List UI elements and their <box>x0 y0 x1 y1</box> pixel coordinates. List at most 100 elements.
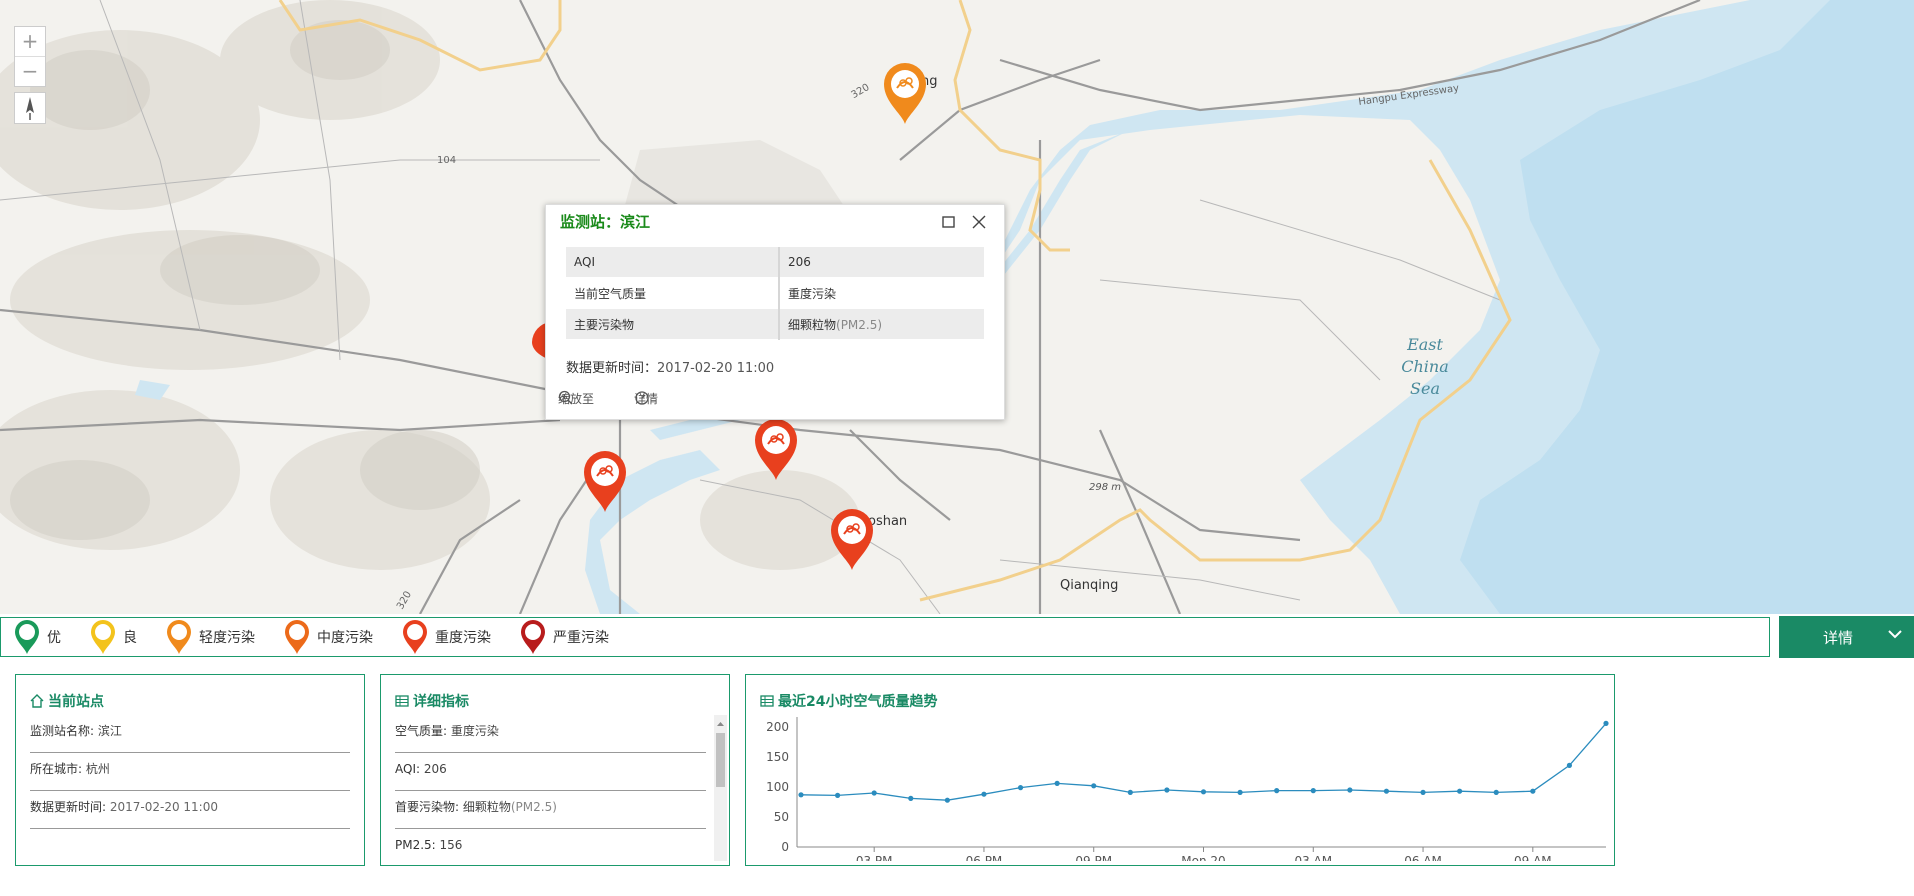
panel-title-text: 详细指标 <box>413 694 469 710</box>
map-view[interactable]: ng oshan Qianqing 320 104 320 Hangpu Exp… <box>0 0 1914 614</box>
pollution-marker-icon <box>831 509 873 570</box>
info-label: AQI: <box>395 762 424 776</box>
marker-icon <box>91 620 115 654</box>
scrollbar[interactable] <box>714 715 727 861</box>
popup-title: 监测站：滨江 <box>560 213 651 231</box>
scrollbar-thumb[interactable] <box>716 733 725 787</box>
legend-label: 重度污染 <box>435 630 491 646</box>
legend-item: 良 <box>89 618 137 656</box>
legend-label: 轻度污染 <box>199 630 255 646</box>
row-key: 主要污染物 <box>566 308 780 340</box>
info-row: 首要污染物: 细颗粒物(PM2.5) <box>395 791 706 829</box>
home-icon <box>30 694 44 708</box>
data-point <box>1017 785 1024 791</box>
road-label: 104 <box>437 155 457 166</box>
data-point <box>944 797 950 803</box>
station-marker[interactable] <box>582 450 628 514</box>
station-marker[interactable] <box>829 508 875 572</box>
maximize-icon <box>942 216 955 228</box>
info-suffix: (PM2.5) <box>510 800 557 814</box>
compass-icon <box>26 97 34 120</box>
info-value: 156 <box>439 838 463 852</box>
y-tick-label: 50 <box>774 810 789 824</box>
elevation-label: 298 m <box>1089 482 1122 493</box>
station-marker[interactable] <box>753 418 799 482</box>
detail-indicators-panel: 详细指标 空气质量: 重度污染 AQI: 206 首要污染物: 细颗粒物(PM2… <box>380 674 730 866</box>
marker-icon <box>403 620 427 654</box>
table-row: 当前空气质量 重度污染 <box>566 277 984 309</box>
data-point <box>1237 789 1243 795</box>
data-point <box>1274 788 1280 794</box>
data-point <box>1127 789 1133 795</box>
legend-bar: 优 良 轻度污染 中度污染 重度污染 严重污染 <box>0 617 1770 657</box>
info-value: 2017-02-20 11:00 <box>109 800 218 814</box>
legend-label: 中度污染 <box>317 630 373 646</box>
close-button[interactable] <box>970 213 988 231</box>
table-icon <box>395 695 409 707</box>
x-tick-label: 06 AM <box>1404 854 1442 861</box>
info-value: 206 <box>423 762 447 776</box>
y-tick-label: 200 <box>766 720 789 734</box>
legend-label: 严重污染 <box>553 630 609 646</box>
sea-label-line: China Sea <box>1401 357 1449 398</box>
x-tick-label: 03 AM <box>1294 854 1332 861</box>
info-label: 监测站名称: <box>30 724 98 738</box>
sea-label-line: East <box>1407 335 1443 354</box>
info-value: 滨江 <box>97 724 122 738</box>
data-point <box>1347 787 1353 793</box>
y-tick-label: 100 <box>766 780 789 794</box>
legend-item: 重度污染 <box>401 618 491 656</box>
row-value-suffix: (PM2.5) <box>836 317 883 332</box>
panel-title-text: 最近24小时空气质量趋势 <box>778 694 938 710</box>
data-point <box>1530 788 1536 794</box>
row-key: AQI <box>566 247 780 278</box>
popup-detail-link[interactable]: 详情 <box>634 390 658 407</box>
marker-icon <box>167 620 191 654</box>
compass-button[interactable] <box>14 92 46 124</box>
info-label: 空气质量: <box>395 724 451 738</box>
marker-icon <box>15 620 39 654</box>
data-point <box>1383 788 1390 794</box>
data-point <box>798 792 804 798</box>
panel-title: 当前站点 <box>30 691 104 711</box>
marker-icon <box>285 620 309 654</box>
station-popup: 监测站：滨江 AQI 206 当前空气质量 重度污染 主要污染物 细颗粒物(PM… <box>545 204 1005 420</box>
trend-panel: 最近24小时空气质量趋势 0 50 100 150 200 03 PM 06 PM 09 PM… <box>745 674 1615 866</box>
detail-button-label: 详情 <box>1823 629 1854 647</box>
table-row: AQI 206 <box>566 247 984 278</box>
data-point <box>1603 720 1609 726</box>
data-point <box>1493 789 1499 795</box>
x-tick-label: 09 AM <box>1514 854 1552 861</box>
x-tick-label: 06 PM <box>966 854 1003 861</box>
data-point <box>981 791 987 797</box>
zoom-in-button[interactable]: + <box>15 27 45 56</box>
series-line <box>800 722 1607 801</box>
info-label: 数据更新时间: <box>30 800 110 814</box>
legend-item: 严重污染 <box>519 618 609 656</box>
legend-label: 良 <box>123 630 137 646</box>
row-value-text: 细颗粒物 <box>788 317 837 332</box>
zoom-to-link[interactable]: 缩放至 <box>558 390 594 407</box>
zoom-in-icon <box>558 390 573 405</box>
legend-item: 中度污染 <box>283 618 373 656</box>
zoom-out-button[interactable]: − <box>15 56 45 86</box>
data-point <box>1566 762 1573 768</box>
data-point <box>908 795 914 801</box>
marker-icon <box>521 620 545 654</box>
legend-item: 轻度污染 <box>165 618 255 656</box>
data-point <box>1200 789 1207 795</box>
station-marker[interactable] <box>882 62 928 126</box>
detail-dropdown-button[interactable]: 详情 <box>1779 616 1914 658</box>
info-row: 空气质量: 重度污染 <box>395 715 706 753</box>
maximize-button[interactable] <box>940 213 958 231</box>
row-key: 当前空气质量 <box>566 277 780 309</box>
legend-item: 优 <box>13 618 61 656</box>
data-point <box>1091 783 1097 789</box>
x-tick-label: 09 PM <box>1075 854 1112 861</box>
close-icon <box>972 215 986 229</box>
update-time-label: 数据更新时间： <box>566 361 658 376</box>
data-point <box>1310 788 1316 794</box>
info-row: AQI: 206 <box>395 753 706 791</box>
scroll-up-icon <box>717 722 724 726</box>
legend-label: 优 <box>47 630 61 646</box>
